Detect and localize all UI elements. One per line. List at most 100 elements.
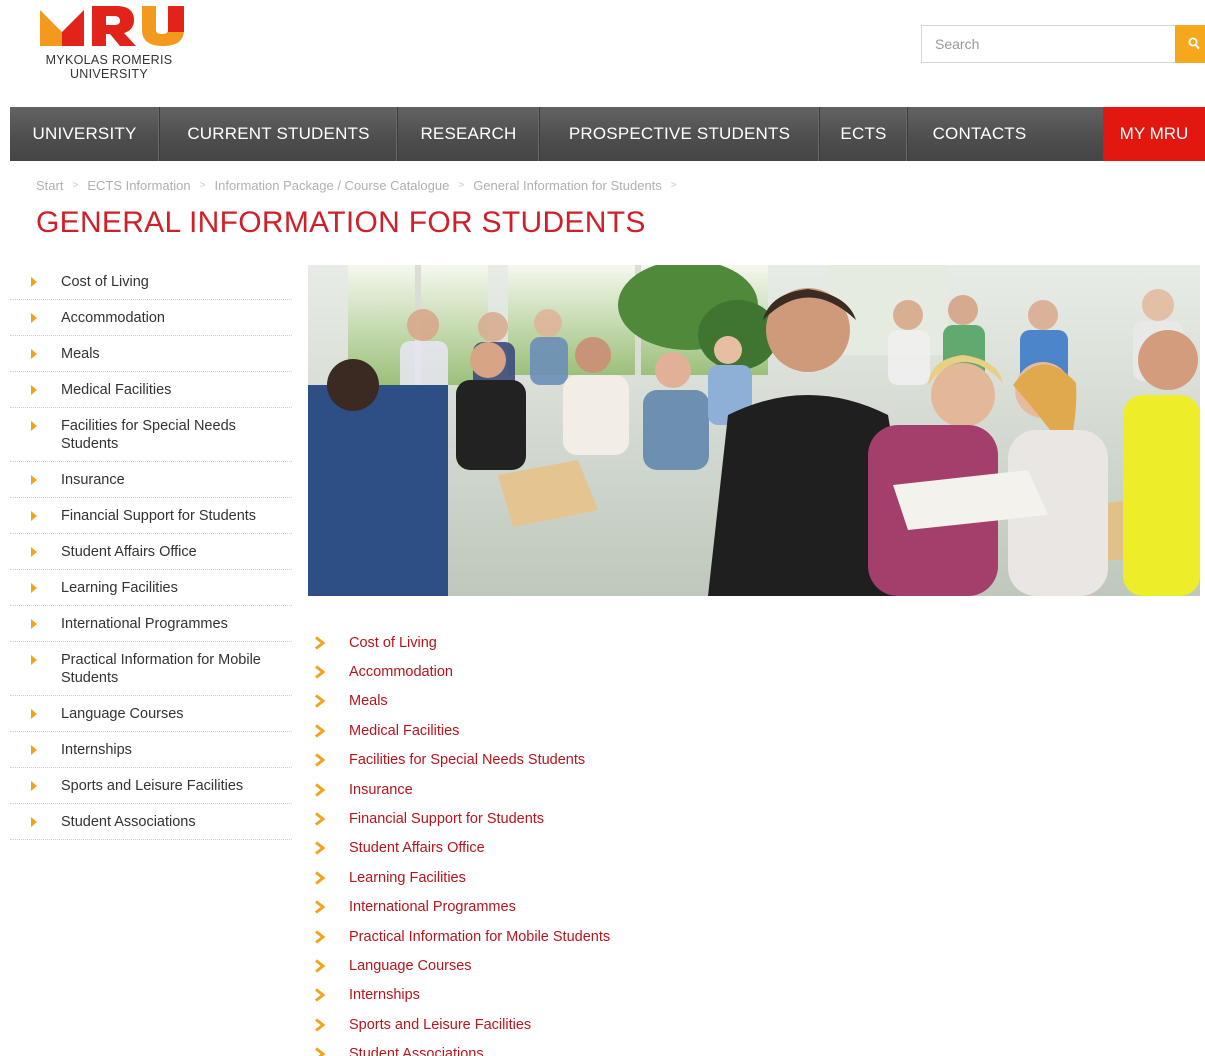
sidebar-item-label: Student Associations bbox=[61, 814, 196, 830]
chevron-right-icon bbox=[315, 841, 326, 856]
sidebar-item-cost-of-living[interactable]: Cost of Living bbox=[10, 264, 292, 300]
arrow-right-icon bbox=[31, 313, 37, 323]
nav-my-mru[interactable]: MY MRU bbox=[1103, 107, 1205, 161]
sidebar-item-mobile-students[interactable]: Practical Information for Mobile Student… bbox=[10, 642, 292, 696]
link-financial-support[interactable]: Financial Support for Students bbox=[314, 804, 814, 833]
sidebar-item-accommodation[interactable]: Accommodation bbox=[10, 300, 292, 336]
link-student-affairs[interactable]: Student Affairs Office bbox=[314, 834, 814, 863]
breadcrumb-start[interactable]: Start bbox=[36, 178, 63, 193]
arrow-right-icon bbox=[31, 655, 37, 665]
sidebar-item-label: Practical Information for Mobile Student… bbox=[61, 652, 261, 686]
link-international-programmes[interactable]: International Programmes bbox=[314, 893, 814, 922]
sidebar-item-international-programmes[interactable]: International Programmes bbox=[10, 606, 292, 642]
search-button[interactable] bbox=[1175, 25, 1205, 63]
link-medical-facilities[interactable]: Medical Facilities bbox=[314, 716, 814, 745]
sidebar-item-sports-leisure[interactable]: Sports and Leisure Facilities bbox=[10, 768, 292, 804]
chevron-right-icon bbox=[315, 988, 326, 1003]
breadcrumb-course-catalogue[interactable]: Information Package / Course Catalogue bbox=[214, 178, 449, 193]
chevron-right-icon bbox=[315, 812, 326, 826]
chevron-right-icon bbox=[315, 900, 326, 914]
mru-logo-mark bbox=[40, 6, 184, 46]
chevron-right-icon bbox=[315, 1018, 326, 1032]
link-student-associations[interactable]: Student Associations bbox=[314, 1039, 814, 1056]
link-mobile-students[interactable]: Practical Information for Mobile Student… bbox=[314, 922, 814, 951]
sidebar-item-label: Meals bbox=[61, 346, 100, 362]
sidebar-item-label: Internships bbox=[61, 742, 132, 758]
sidebar-item-language-courses[interactable]: Language Courses bbox=[10, 696, 292, 732]
sidebar-item-learning-facilities[interactable]: Learning Facilities bbox=[10, 570, 292, 606]
page-title: GENERAL INFORMATION FOR STUDENTS bbox=[36, 206, 646, 239]
sidebar-item-medical-facilities[interactable]: Medical Facilities bbox=[10, 372, 292, 408]
nav-label: UNIVERSITY bbox=[32, 124, 137, 143]
chevron-right-icon: > bbox=[72, 180, 79, 191]
arrow-right-icon bbox=[31, 421, 37, 431]
nav-my-label: MY MRU bbox=[1119, 124, 1189, 143]
sidebar-item-label: Learning Facilities bbox=[61, 580, 178, 596]
search-input[interactable] bbox=[921, 25, 1175, 63]
nav-label: CONTACTS bbox=[932, 124, 1027, 143]
link-label: Practical Information for Mobile Student… bbox=[349, 928, 611, 945]
link-internships[interactable]: Internships bbox=[314, 981, 814, 1010]
sidebar-item-financial-support[interactable]: Financial Support for Students bbox=[10, 498, 292, 534]
link-label: Learning Facilities bbox=[349, 869, 466, 886]
chevron-right-icon bbox=[315, 694, 326, 709]
breadcrumb-current[interactable]: General Information for Students bbox=[473, 178, 662, 193]
nav-contacts[interactable]: CONTACTS bbox=[908, 107, 1051, 161]
nav-label: RESEARCH bbox=[420, 124, 517, 143]
arrow-right-icon bbox=[31, 745, 37, 755]
link-label: Accommodation bbox=[349, 664, 453, 681]
link-label: Student Associations bbox=[349, 1046, 484, 1056]
nav-ects[interactable]: ECTS bbox=[820, 107, 908, 161]
arrow-right-icon bbox=[31, 475, 37, 485]
link-learning-facilities[interactable]: Learning Facilities bbox=[314, 863, 814, 892]
link-label: Internships bbox=[349, 987, 420, 1004]
arrow-right-icon bbox=[31, 511, 37, 521]
sidebar-item-label: Cost of Living bbox=[61, 274, 149, 290]
nav-label: ECTS bbox=[840, 124, 887, 143]
link-sports-leisure[interactable]: Sports and Leisure Facilities bbox=[314, 1010, 814, 1039]
nav-label: PROSPECTIVE STUDENTS bbox=[568, 124, 791, 143]
breadcrumb-ects-information[interactable]: ECTS Information bbox=[87, 178, 190, 193]
nav-current-students[interactable]: CURRENT STUDENTS bbox=[160, 107, 398, 161]
arrow-right-icon bbox=[31, 817, 37, 827]
link-label: Insurance bbox=[349, 781, 413, 798]
nav-research[interactable]: RESEARCH bbox=[398, 107, 540, 161]
link-label: Facilities for Special Needs Students bbox=[349, 752, 586, 769]
link-insurance[interactable]: Insurance bbox=[314, 775, 814, 804]
sidebar-item-label: Accommodation bbox=[61, 310, 165, 326]
sidebar-item-student-affairs[interactable]: Student Affairs Office bbox=[10, 534, 292, 570]
link-label: Language Courses bbox=[349, 957, 472, 974]
sidebar-item-label: Student Affairs Office bbox=[61, 544, 197, 560]
nav-prospective-students[interactable]: PROSPECTIVE STUDENTS bbox=[540, 107, 820, 161]
nav-university[interactable]: UNIVERSITY bbox=[10, 107, 160, 161]
arrow-right-icon bbox=[31, 385, 37, 395]
link-language-courses[interactable]: Language Courses bbox=[314, 951, 814, 980]
breadcrumb: Start > ECTS Information > Information P… bbox=[36, 178, 686, 193]
university-logo[interactable]: MYKOLAS ROMERIS UNIVERSITY bbox=[36, 6, 186, 86]
link-label: Sports and Leisure Facilities bbox=[349, 1016, 532, 1033]
logo-line-2: UNIVERSITY bbox=[69, 67, 148, 81]
sidebar-item-label: Medical Facilities bbox=[61, 382, 172, 398]
link-cost-of-living[interactable]: Cost of Living bbox=[314, 628, 814, 657]
sidebar-item-insurance[interactable]: Insurance bbox=[10, 462, 292, 498]
chevron-right-icon bbox=[315, 871, 326, 885]
sidebar-item-internships[interactable]: Internships bbox=[10, 732, 292, 768]
link-label: Meals bbox=[349, 693, 388, 710]
sidebar-item-special-needs[interactable]: Facilities for Special Needs Students bbox=[10, 408, 292, 462]
link-accommodation[interactable]: Accommodation bbox=[314, 657, 814, 686]
sidebar-item-meals[interactable]: Meals bbox=[10, 336, 292, 372]
sidebar-item-student-associations[interactable]: Student Associations bbox=[10, 804, 292, 840]
chevron-right-icon bbox=[315, 1047, 326, 1056]
search-icon bbox=[1188, 37, 1200, 50]
link-label: Cost of Living bbox=[349, 634, 437, 651]
link-meals[interactable]: Meals bbox=[314, 687, 814, 716]
classroom-illustration bbox=[308, 265, 1200, 596]
chevron-right-icon bbox=[315, 636, 326, 650]
main-navigation: UNIVERSITY CURRENT STUDENTS RESEARCH PRO… bbox=[10, 107, 1205, 161]
link-special-needs[interactable]: Facilities for Special Needs Students bbox=[314, 746, 814, 775]
link-label: Medical Facilities bbox=[349, 722, 460, 739]
chevron-right-icon bbox=[315, 753, 326, 767]
sidebar-item-label: Financial Support for Students bbox=[61, 508, 257, 524]
arrow-right-icon bbox=[31, 547, 37, 557]
